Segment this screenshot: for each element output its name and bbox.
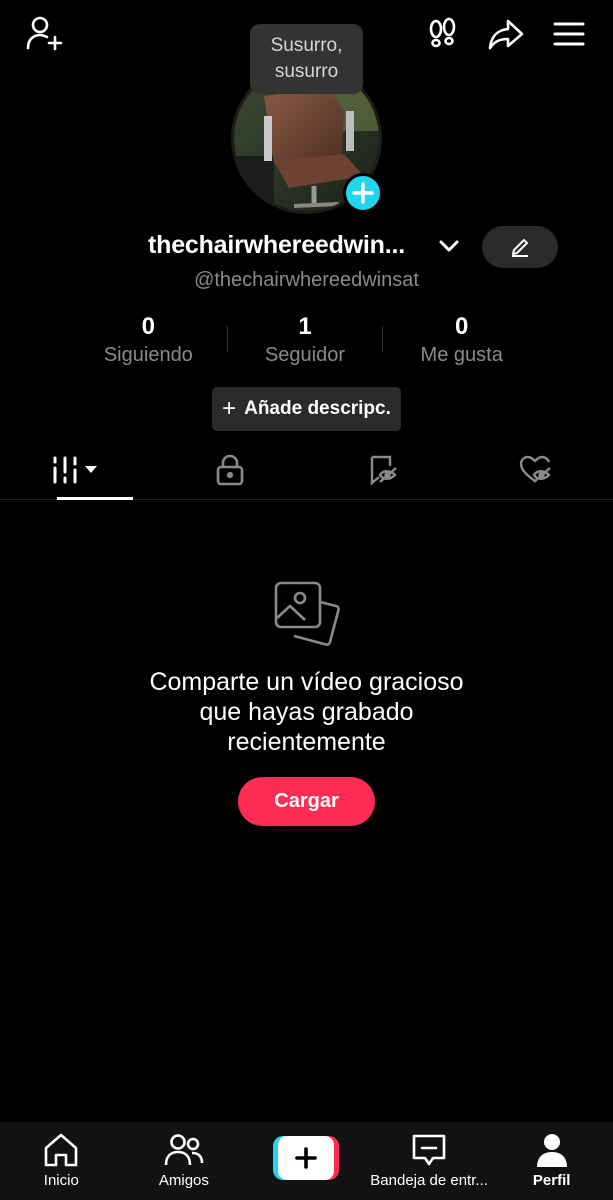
tab-private[interactable] [153, 440, 306, 499]
chevron-down-icon[interactable] [436, 233, 462, 259]
create-button[interactable] [273, 1136, 340, 1180]
display-name[interactable]: thechairwhereedwin... [148, 231, 405, 260]
plus-icon [352, 182, 374, 204]
menu-icon[interactable] [549, 14, 589, 54]
empty-line-2: que hayas grabado [199, 698, 414, 726]
bottom-navigation: Inicio Amigos Bandeja de entr... Perfil [0, 1122, 613, 1200]
nav-friends[interactable]: Amigos [123, 1122, 246, 1200]
empty-line-1: Comparte un vídeo gracioso [149, 668, 464, 696]
profile-stats: 0 Siguiendo 1 Seguidor 0 Me gusta [70, 312, 540, 372]
caret-down-icon [84, 465, 97, 473]
nav-home[interactable]: Inicio [0, 1122, 123, 1200]
divider [226, 326, 228, 352]
lock-icon [216, 454, 244, 485]
nav-label: Bandeja de entr... [370, 1172, 488, 1189]
tooltip-line-1: Susurro, [270, 35, 343, 56]
stat-label: Siguiendo [103, 344, 193, 366]
profile-icon [536, 1134, 567, 1167]
username-handle: @thechairwhereedwinsat [194, 269, 419, 291]
hidden-heart-icon [520, 455, 552, 483]
footprints-icon[interactable] [423, 14, 463, 54]
nav-create[interactable] [245, 1122, 368, 1200]
whisper-tooltip: Susurro, susurro [250, 24, 363, 94]
plus-icon: + [222, 395, 237, 422]
stat-value: 0 [141, 313, 156, 340]
edit-profile-button[interactable] [482, 226, 558, 268]
grid-icon [53, 456, 97, 483]
add-bio-button[interactable]: + Añade descripc. [212, 387, 401, 431]
stat-value: 1 [298, 313, 312, 340]
stat-followers[interactable]: 1 Seguidor [226, 312, 384, 372]
tab-videos[interactable] [0, 440, 153, 500]
tooltip-line-2: susurro [274, 61, 339, 82]
upload-button[interactable]: Cargar [238, 777, 375, 826]
nav-label: Amigos [158, 1172, 209, 1189]
empty-line-3: recientemente [227, 728, 386, 756]
profile-tabs [0, 440, 613, 500]
tab-liked[interactable] [460, 440, 613, 499]
stat-likes[interactable]: 0 Me gusta [383, 312, 540, 372]
nav-label: Perfil [532, 1172, 571, 1189]
tab-selected-indicator [57, 497, 133, 500]
avatar-add-button[interactable] [343, 173, 383, 213]
home-icon [44, 1133, 78, 1167]
nav-label: Inicio [43, 1172, 79, 1189]
share-icon[interactable] [486, 14, 526, 54]
empty-state-message: Comparte un vídeo gracioso que hayas gra… [0, 667, 613, 757]
nav-profile[interactable]: Perfil [490, 1122, 613, 1200]
friends-icon [164, 1134, 204, 1166]
stat-following[interactable]: 0 Siguiendo [70, 312, 227, 372]
tab-saved[interactable] [307, 440, 460, 499]
add-bio-label: Añade descripc. [244, 398, 391, 419]
hidden-bookmark-icon [370, 455, 397, 486]
pencil-icon [512, 239, 528, 257]
profile-name-row: thechairwhereedwin... [0, 226, 613, 268]
create-plus-icon [295, 1147, 318, 1169]
nav-inbox[interactable]: Bandeja de entr... [368, 1122, 491, 1200]
photo-gallery-icon [274, 581, 340, 646]
stat-label: Me gusta [420, 344, 503, 366]
add-friend-icon[interactable] [24, 14, 64, 54]
inbox-icon [412, 1134, 446, 1166]
stat-label: Seguidor [264, 344, 346, 366]
stat-value: 0 [455, 313, 469, 340]
